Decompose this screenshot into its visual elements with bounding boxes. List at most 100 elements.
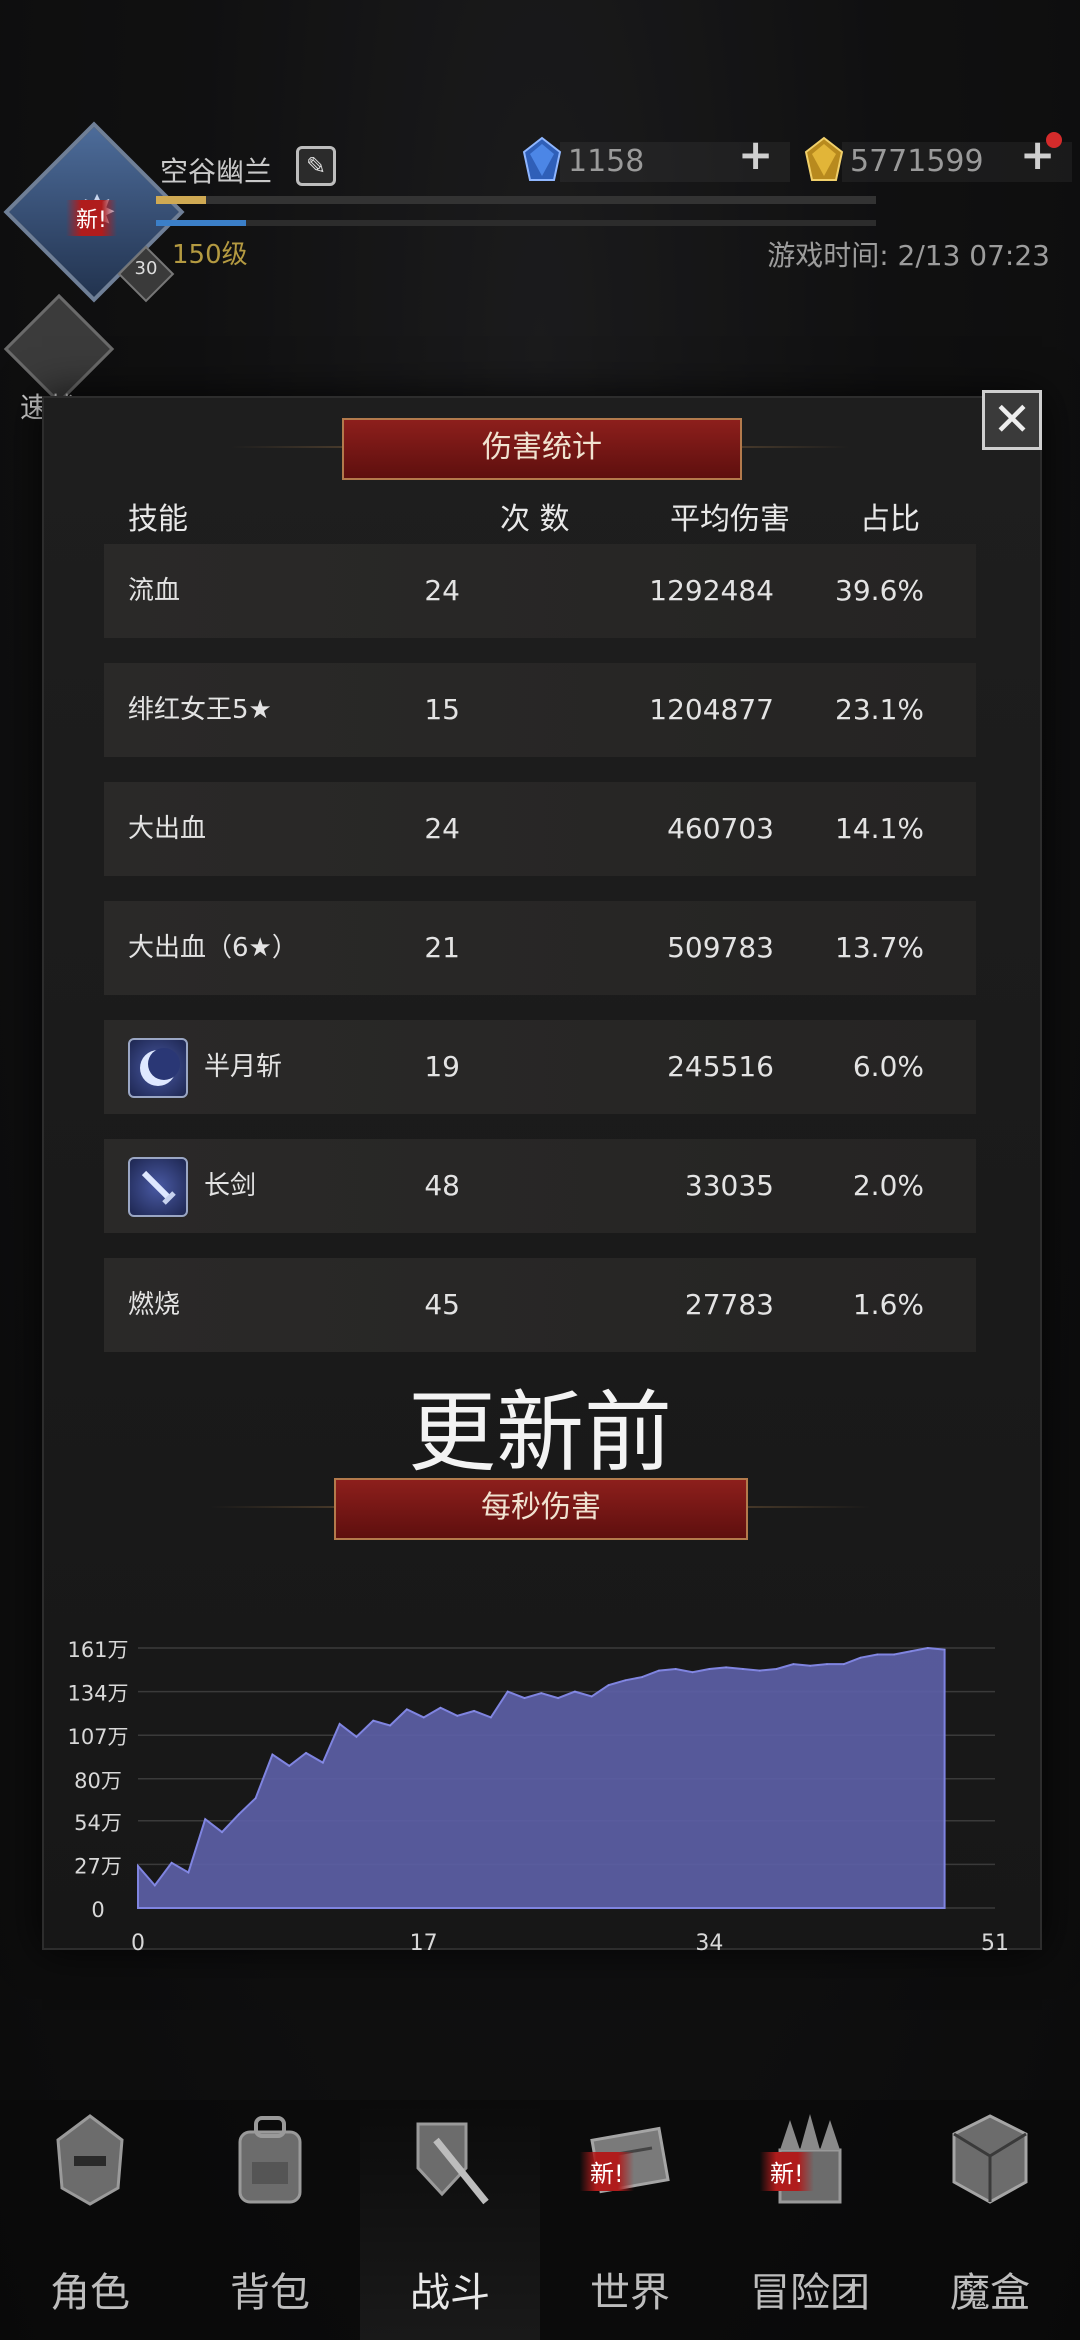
nav-tab-2[interactable]: 战斗 (360, 2100, 540, 2340)
notification-dot (1046, 132, 1062, 148)
data-point (456, 1715, 459, 1717)
data-point (523, 1697, 526, 1699)
data-point (305, 1752, 307, 1754)
data-point (658, 1669, 660, 1672)
new-tag: 新! (760, 2152, 814, 2191)
nav-tab-3[interactable]: 新! 世界 (540, 2100, 720, 2340)
nav-label: 角色 (50, 2270, 130, 2316)
table-row: 长剑 48 33035 2.0% (104, 1139, 976, 1233)
data-point (238, 1813, 240, 1816)
data-point (221, 1831, 223, 1833)
magic-cube-icon (946, 2110, 1034, 2210)
sword-icon (128, 1157, 188, 1217)
data-point (859, 1656, 862, 1659)
hit-count: 24 (424, 574, 460, 607)
nav-tab-5[interactable]: 魔盒 (900, 2100, 1080, 2340)
gem-amount: 1158 (568, 144, 645, 179)
table-row: 大出血 24 460703 14.1% (104, 782, 976, 876)
y-tick-label: 0 (91, 1898, 104, 1922)
data-point (624, 1679, 627, 1682)
data-point (406, 1708, 408, 1711)
data-point (170, 1861, 173, 1864)
close-icon[interactable]: ✕ (982, 390, 1042, 450)
y-tick-label: 107万 (67, 1725, 128, 1749)
data-point (943, 1648, 946, 1651)
data-point (910, 1650, 912, 1653)
data-point (742, 1668, 744, 1670)
x-tick-label: 34 (695, 1931, 723, 1956)
data-point (674, 1668, 677, 1670)
damage-share: 6.0% (852, 1050, 924, 1083)
column-share: 占比 (860, 502, 920, 537)
data-point (725, 1666, 727, 1669)
hit-count: 48 (424, 1169, 460, 1202)
column-count: 次 数 (500, 502, 570, 537)
data-point (422, 1716, 425, 1719)
table-row: 绯红女王5★ 15 1204877 23.1% (104, 663, 976, 757)
blue-gem-icon (522, 136, 562, 181)
x-tick-label: 51 (981, 1931, 1009, 1956)
exp-bar (156, 196, 876, 204)
data-point (775, 1668, 778, 1670)
helmet-icon (46, 2110, 134, 2210)
data-point (590, 1695, 593, 1698)
data-point (322, 1761, 324, 1764)
y-tick-label: 161万 (67, 1638, 128, 1662)
dps-area-chart: 161万 134万 107万 80万 54万 27万 0 0 17 34 51 (67, 1638, 1009, 1956)
data-point (506, 1690, 509, 1693)
data-point (137, 1865, 139, 1867)
damage-share: 39.6% (835, 574, 924, 607)
data-point (187, 1871, 190, 1874)
data-point (792, 1663, 795, 1665)
add-gems-plus-icon[interactable]: + (738, 130, 773, 179)
player-level: 150级 (172, 240, 248, 270)
hit-count: 21 (424, 931, 460, 964)
backpack-icon (226, 2110, 314, 2210)
damage-share: 2.0% (852, 1169, 924, 1202)
average-damage: 1204877 (649, 693, 774, 726)
mp-bar (156, 220, 876, 226)
x-tick-label: 17 (410, 1931, 438, 1956)
y-tick-label: 134万 (67, 1682, 128, 1706)
hit-count: 45 (424, 1288, 460, 1321)
data-point (389, 1724, 391, 1727)
y-tick-label: 27万 (74, 1854, 122, 1878)
data-point (372, 1719, 375, 1722)
nav-label: 背包 (230, 2270, 310, 2316)
player-name: 空谷幽兰 (160, 155, 273, 188)
edit-name-icon[interactable]: ✎ (296, 146, 336, 186)
average-damage: 1292484 (649, 574, 774, 607)
data-point (271, 1753, 274, 1756)
average-damage: 27783 (684, 1288, 774, 1321)
data-point (708, 1668, 711, 1670)
average-damage: 509783 (667, 931, 774, 964)
table-row: 大出血（6★） 21 509783 13.7% (104, 901, 976, 995)
data-point (826, 1663, 828, 1665)
damage-share: 13.7% (835, 931, 924, 964)
nav-tab-4[interactable]: 新! 冒险团 (720, 2100, 900, 2340)
damage-share: 23.1% (835, 693, 924, 726)
damage-share: 1.6% (852, 1288, 924, 1321)
dps-title: 每秒伤害 (334, 1478, 748, 1540)
data-point (809, 1664, 811, 1667)
data-point (288, 1765, 291, 1767)
game-time: 游戏时间: 2/13 07:23 (767, 239, 1050, 272)
modal-title: 伤害统计 (342, 418, 742, 480)
gold-gem-icon (804, 136, 844, 181)
nav-tab-0[interactable]: 角色 (0, 2100, 180, 2340)
y-tick-label: 80万 (74, 1769, 122, 1793)
data-point (758, 1669, 761, 1672)
crescent-moon-icon (128, 1038, 188, 1098)
data-point (607, 1684, 610, 1686)
nav-tab-1[interactable]: 背包 (180, 2100, 360, 2340)
hit-count: 15 (424, 693, 460, 726)
data-point (439, 1706, 442, 1709)
data-point (842, 1663, 845, 1665)
data-point (641, 1676, 643, 1678)
average-damage: 245516 (667, 1050, 774, 1083)
data-point (876, 1653, 879, 1656)
sword-shield-icon (406, 2110, 494, 2210)
average-damage: 33035 (684, 1169, 774, 1202)
x-tick-label: 0 (131, 1931, 145, 1956)
data-point (490, 1716, 492, 1719)
